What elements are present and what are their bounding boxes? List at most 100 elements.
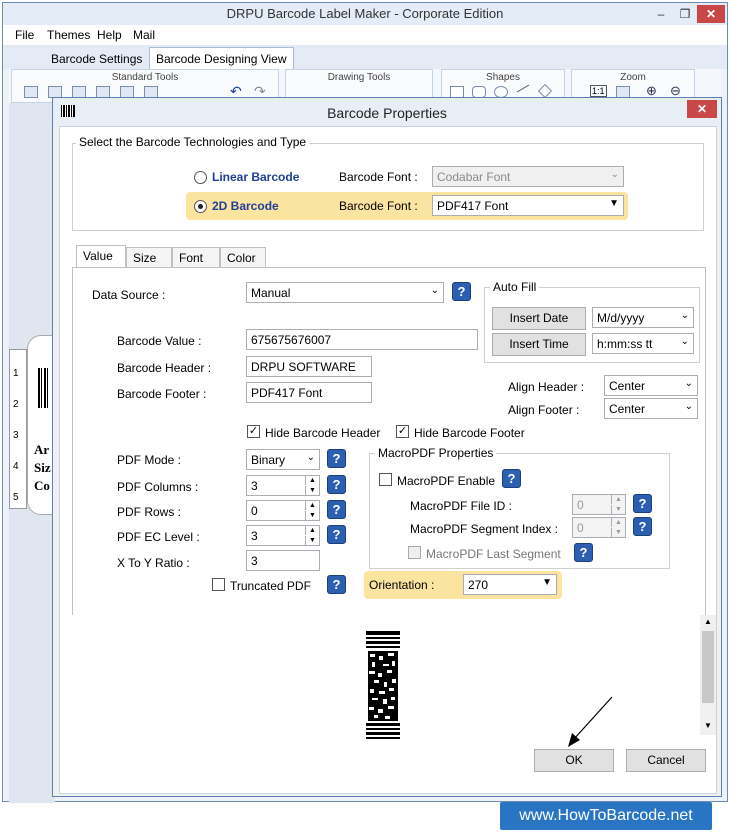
tab-size[interactable]: Size <box>126 247 172 267</box>
truncated-pdf-label[interactable]: Truncated PDF <box>230 579 311 593</box>
help-icon[interactable]: ? <box>327 475 346 494</box>
pdf-ec-level-stepper[interactable]: 3 ▲ ▼ <box>246 525 320 546</box>
2d-font-value: PDF417 Font <box>437 199 509 213</box>
spin-up-icon: ▲ <box>611 495 625 504</box>
chevron-down-icon: ⌄ <box>680 310 689 321</box>
close-icon[interactable]: ✕ <box>697 5 725 23</box>
tab-value[interactable]: Value <box>76 245 126 267</box>
linear-font-value: Codabar Font <box>437 170 511 184</box>
tab-barcode-designing-view[interactable]: Barcode Designing View <box>149 47 294 69</box>
barcode-header-input[interactable]: DRPU SOFTWARE <box>246 356 372 377</box>
macropdf-segment-stepper: 0 ▲ ▼ <box>572 517 626 538</box>
preview-scrollbar[interactable]: ▲ ▼ <box>700 615 716 735</box>
spin-down-icon: ▼ <box>611 505 625 514</box>
ok-button[interactable]: OK <box>534 749 614 772</box>
xy-ratio-stepper[interactable]: 3 <box>246 550 320 571</box>
2d-barcode-label[interactable]: 2D Barcode <box>212 199 279 213</box>
new-icon[interactable] <box>24 86 38 98</box>
spin-down-icon: ▼ <box>611 528 625 537</box>
label-barcode-image <box>38 368 50 408</box>
barcode-value-input[interactable]: 675675676007 <box>246 329 478 350</box>
pdf417-barcode-image <box>366 631 400 739</box>
tab-color[interactable]: Color <box>220 247 266 267</box>
time-format-select[interactable]: h:mm:ss tt ⌄ <box>592 333 694 354</box>
2d-font-select[interactable]: PDF417 Font ▼ <box>432 195 624 216</box>
pdf-rows-stepper[interactable]: 0 ▲ ▼ <box>246 500 320 521</box>
help-icon[interactable]: ? <box>633 517 652 536</box>
minimize-icon[interactable]: – <box>649 5 673 23</box>
tab-barcode-settings[interactable]: Barcode Settings <box>45 50 148 68</box>
help-icon[interactable]: ? <box>327 575 346 594</box>
label-preview[interactable]: Ar Siz Co <box>27 335 55 515</box>
label-text: Co <box>34 478 50 493</box>
line-icon[interactable] <box>516 84 530 93</box>
spin-up-icon[interactable]: ▲ <box>305 526 319 535</box>
date-format-value: M/d/yyyy <box>597 311 645 325</box>
barcode-properties-dialog: Barcode Properties ✕ Select the Barcode … <box>52 97 722 797</box>
chevron-down-icon: ⌄ <box>684 401 693 412</box>
spin-up-icon[interactable]: ▲ <box>305 501 319 510</box>
align-footer-select[interactable]: Center ⌄ <box>604 398 698 419</box>
spin-down-icon[interactable]: ▼ <box>305 511 319 520</box>
pdf-mode-select[interactable]: Binary ⌄ <box>246 449 320 470</box>
help-icon[interactable]: ? <box>452 282 471 301</box>
menu-mail[interactable]: Mail <box>133 28 155 42</box>
chevron-down-icon: ⌄ <box>610 169 619 180</box>
insert-date-button[interactable]: Insert Date <box>492 307 586 330</box>
2d-barcode-radio[interactable] <box>194 200 207 213</box>
scroll-up-icon[interactable]: ▲ <box>704 617 712 626</box>
pdf-rows-value: 0 <box>251 504 258 518</box>
spin-down-icon[interactable]: ▼ <box>305 486 319 495</box>
help-icon[interactable]: ? <box>574 543 593 562</box>
macropdf-last-segment-label: MacroPDF Last Segment <box>426 547 561 561</box>
spin-up-icon[interactable]: ▲ <box>305 476 319 485</box>
date-format-select[interactable]: M/d/yyyy ⌄ <box>592 307 694 328</box>
hide-footer-label[interactable]: Hide Barcode Footer <box>414 426 525 440</box>
hide-header-label[interactable]: Hide Barcode Header <box>265 426 380 440</box>
chevron-down-icon: ⌄ <box>680 336 689 347</box>
hide-footer-checkbox[interactable]: ✓ <box>396 425 409 438</box>
spin-down-icon[interactable]: ▼ <box>305 536 319 545</box>
pdf-columns-label: PDF Columns : <box>117 480 199 494</box>
macropdf-file-id-value: 0 <box>577 498 584 512</box>
chevron-down-icon: ▼ <box>542 577 552 588</box>
linear-barcode-label[interactable]: Linear Barcode <box>212 170 299 184</box>
barcode-footer-label: Barcode Footer : <box>117 387 207 401</box>
linear-barcode-radio[interactable] <box>194 171 207 184</box>
scroll-thumb[interactable] <box>702 631 714 703</box>
data-source-select[interactable]: Manual ⌄ <box>246 282 444 303</box>
macropdf-segment-label: MacroPDF Segment Index : <box>410 522 559 536</box>
orientation-select[interactable]: 270 ▼ <box>463 574 557 595</box>
actual-size-icon[interactable]: 1:1 <box>590 85 607 97</box>
help-icon[interactable]: ? <box>327 449 346 468</box>
technology-group-title: Select the Barcode Technologies and Type <box>76 135 310 149</box>
macropdf-enable-label[interactable]: MacroPDF Enable <box>397 474 495 488</box>
align-header-select[interactable]: Center ⌄ <box>604 375 698 396</box>
close-icon[interactable]: ✕ <box>687 100 717 118</box>
help-icon[interactable]: ? <box>502 469 521 488</box>
macropdf-segment-value: 0 <box>577 521 584 535</box>
barcode-footer-input[interactable]: PDF417 Font <box>246 382 372 403</box>
canvas-area: 1 2 3 4 5 Ar Siz Co <box>9 103 55 803</box>
hide-header-checkbox[interactable]: ✓ <box>247 425 260 438</box>
menu-themes[interactable]: Themes <box>47 28 90 42</box>
linear-font-label: Barcode Font : <box>339 170 418 184</box>
help-icon[interactable]: ? <box>633 494 652 513</box>
help-icon[interactable]: ? <box>327 500 346 519</box>
scroll-down-icon[interactable]: ▼ <box>704 721 712 730</box>
tab-font[interactable]: Font <box>172 247 220 267</box>
pdf-mode-label: PDF Mode : <box>117 453 182 467</box>
dialog-title-bar: Barcode Properties ✕ <box>53 98 721 126</box>
insert-time-button[interactable]: Insert Time <box>492 333 586 356</box>
help-icon[interactable]: ? <box>327 525 346 544</box>
maximize-icon[interactable]: ❐ <box>673 5 697 23</box>
menu-help[interactable]: Help <box>97 28 122 42</box>
pdf-columns-stepper[interactable]: 3 ▲ ▼ <box>246 475 320 496</box>
macropdf-enable-checkbox[interactable] <box>379 473 392 486</box>
pdf-ec-level-label: PDF EC Level : <box>117 530 200 544</box>
truncated-pdf-checkbox[interactable] <box>212 578 225 591</box>
diamond-icon[interactable] <box>537 83 553 99</box>
cancel-button[interactable]: Cancel <box>626 749 706 772</box>
menu-file[interactable]: File <box>15 28 34 42</box>
ribbon-group-label: Shapes <box>486 72 520 83</box>
